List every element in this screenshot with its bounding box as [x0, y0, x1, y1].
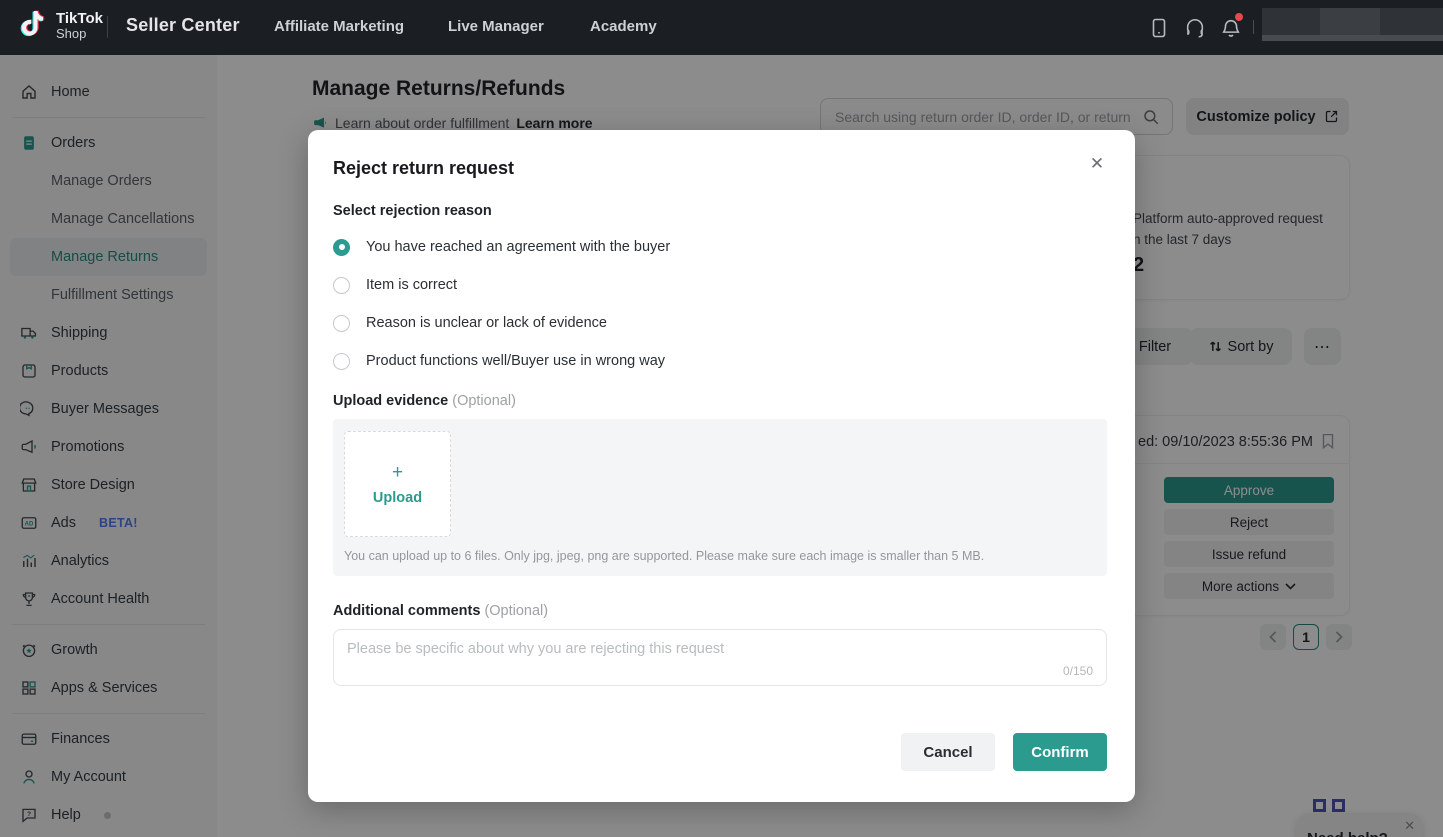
nav-affiliate-marketing[interactable]: Affiliate Marketing: [274, 18, 404, 35]
logo-text: TikTok Shop: [56, 11, 103, 40]
modal-footer: Cancel Confirm: [333, 733, 1107, 771]
radio-unselected-icon[interactable]: [333, 277, 350, 294]
upload-hint: You can upload up to 6 files. Only jpg, …: [344, 549, 984, 563]
nav-academy[interactable]: Academy: [590, 18, 657, 35]
headset-icon: [1184, 17, 1206, 39]
upload-panel: + Upload You can upload up to 6 files. O…: [333, 419, 1107, 576]
header-divider-2: [1253, 20, 1254, 34]
cancel-button[interactable]: Cancel: [901, 733, 995, 771]
additional-comments-label: Additional comments(Optional): [333, 603, 1107, 619]
confirm-button[interactable]: Confirm: [1013, 733, 1107, 771]
app-root: TikTok Shop Seller Center Affiliate Mark…: [0, 0, 1443, 837]
tiktok-shop-logo[interactable]: TikTok Shop: [20, 9, 103, 43]
notifications-button[interactable]: [1218, 15, 1244, 41]
mobile-app-button[interactable]: [1146, 15, 1172, 41]
account-name-redacted[interactable]: [1262, 8, 1443, 41]
comments-textarea[interactable]: [334, 630, 1106, 666]
support-button[interactable]: [1182, 15, 1208, 41]
close-icon[interactable]: ✕: [1085, 152, 1109, 176]
notification-badge: [1235, 13, 1243, 21]
reason-option-wrong-use[interactable]: Product functions well/Buyer use in wron…: [333, 350, 1107, 372]
reason-option-agreement[interactable]: You have reached an agreement with the b…: [333, 236, 1107, 258]
radio-selected-icon[interactable]: [333, 239, 350, 256]
nav-live-manager[interactable]: Live Manager: [448, 18, 544, 35]
rejection-reason-options: You have reached an agreement with the b…: [333, 236, 1107, 372]
comments-field-wrapper: 0/150: [333, 629, 1107, 686]
top-header: TikTok Shop Seller Center Affiliate Mark…: [0, 0, 1443, 55]
char-counter: 0/150: [1063, 664, 1093, 678]
modal-title: Reject return request: [333, 158, 1107, 179]
header-divider: [107, 16, 108, 38]
radio-unselected-icon[interactable]: [333, 315, 350, 332]
tiktok-note-icon: [20, 9, 48, 43]
reason-option-unclear[interactable]: Reason is unclear or lack of evidence: [333, 312, 1107, 334]
plus-icon: +: [392, 463, 403, 482]
mobile-icon: [1149, 17, 1169, 39]
reject-return-modal: Reject return request ✕ Select rejection…: [308, 130, 1135, 802]
reason-option-item-correct[interactable]: Item is correct: [333, 274, 1107, 296]
product-name: Seller Center: [126, 15, 240, 36]
radio-unselected-icon[interactable]: [333, 353, 350, 370]
upload-evidence-label: Upload evidence(Optional): [333, 393, 1107, 409]
upload-button[interactable]: + Upload: [344, 431, 451, 537]
rejection-reason-label: Select rejection reason: [333, 203, 1107, 219]
